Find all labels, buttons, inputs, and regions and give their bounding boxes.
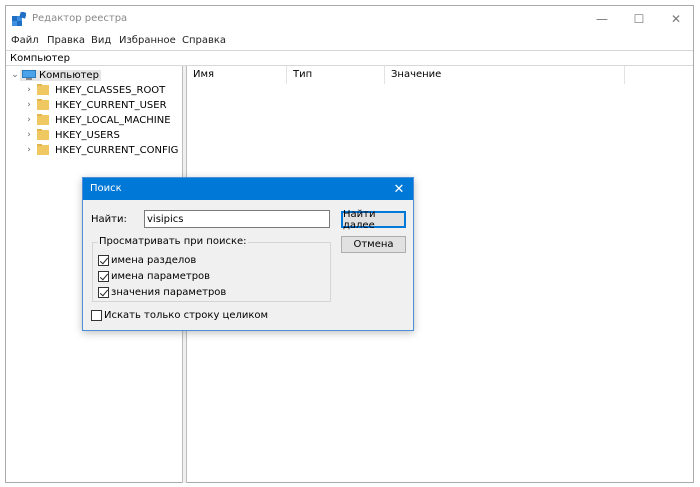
minimize-button[interactable]: — (584, 6, 620, 32)
column-header-type[interactable]: Тип (287, 66, 385, 84)
column-header-value[interactable]: Значение (385, 66, 625, 84)
menu-favorites[interactable]: Избранное (119, 35, 176, 46)
folder-icon (37, 99, 49, 110)
option-data-label: значения параметров (111, 287, 227, 298)
chevron-down-icon[interactable]: ⌄ (10, 68, 20, 82)
find-dialog: Поиск ✕ Найти: Найти далее Отмена Просма… (82, 177, 414, 331)
folder-icon (37, 84, 49, 95)
menu-file[interactable]: Файл (11, 35, 39, 46)
tree-root-selection: Компьютер (20, 69, 101, 81)
find-label: Найти: (91, 214, 127, 225)
option-data[interactable]: значения параметров (98, 287, 226, 298)
search-scope-group: Просматривать при поиске: имена разделов… (92, 236, 331, 302)
dialog-title: Поиск (90, 183, 122, 194)
checkbox-values[interactable] (98, 271, 109, 282)
chevron-right-icon[interactable]: › (24, 143, 34, 157)
checkbox-whole-string[interactable] (91, 310, 102, 321)
dialog-close-icon[interactable]: ✕ (391, 181, 407, 197)
tree-label: HKEY_CURRENT_CONFIG (55, 144, 179, 156)
tree-item-hklm[interactable]: › HKEY_LOCAL_MACHINE (24, 113, 171, 127)
registry-editor-icon (12, 12, 26, 26)
find-next-button[interactable]: Найти далее (341, 209, 406, 231)
option-values[interactable]: имена параметров (98, 271, 210, 282)
menu-help[interactable]: Справка (182, 35, 226, 46)
close-button[interactable]: ✕ (658, 6, 694, 32)
folder-icon (37, 129, 49, 140)
tree-label: Компьютер (39, 69, 99, 81)
menu-bar: Файл Правка Вид Избранное Справка (6, 33, 693, 49)
dialog-title-bar: Поиск ✕ (83, 178, 413, 200)
maximize-button[interactable]: ☐ (621, 6, 657, 32)
cancel-button[interactable]: Отмена (341, 236, 406, 253)
tree-label: HKEY_CURRENT_USER (55, 99, 167, 111)
menu-edit[interactable]: Правка (47, 35, 85, 46)
checkbox-data[interactable] (98, 287, 109, 298)
address-bar[interactable]: Компьютер (6, 50, 693, 66)
tree-item-hkcr[interactable]: › HKEY_CLASSES_ROOT (24, 83, 165, 97)
tree-label: HKEY_LOCAL_MACHINE (55, 114, 171, 126)
folder-icon (37, 144, 49, 155)
option-values-label: имена параметров (111, 271, 211, 282)
tree-item-computer[interactable]: ⌄ Компьютер (10, 68, 101, 82)
option-keys-label: имена разделов (111, 255, 197, 266)
window-title: Редактор реестра (32, 13, 128, 24)
option-keys[interactable]: имена разделов (98, 255, 196, 266)
tree-item-hkcc[interactable]: › HKEY_CURRENT_CONFIG (24, 143, 178, 157)
tree-label: HKEY_CLASSES_ROOT (55, 84, 166, 96)
checkbox-keys[interactable] (98, 255, 109, 266)
chevron-right-icon[interactable]: › (24, 113, 34, 127)
computer-icon (22, 70, 36, 80)
chevron-right-icon[interactable]: › (24, 128, 34, 142)
tree-item-hku[interactable]: › HKEY_USERS (24, 128, 120, 142)
chevron-right-icon[interactable]: › (24, 98, 34, 112)
title-bar: Редактор реестра — ☐ ✕ (6, 6, 693, 32)
option-whole-string[interactable]: Искать только строку целиком (91, 310, 268, 321)
address-path: Компьютер (10, 53, 70, 64)
chevron-right-icon[interactable]: › (24, 83, 34, 97)
group-title: Просматривать при поиске: (98, 236, 248, 247)
tree-item-hkcu[interactable]: › HKEY_CURRENT_USER (24, 98, 167, 112)
folder-icon (37, 114, 49, 125)
tree-label: HKEY_USERS (55, 129, 120, 141)
column-header-name[interactable]: Имя (187, 66, 287, 84)
option-whole-string-label: Искать только строку целиком (104, 310, 269, 321)
find-input[interactable] (144, 210, 330, 228)
menu-view[interactable]: Вид (91, 35, 111, 46)
